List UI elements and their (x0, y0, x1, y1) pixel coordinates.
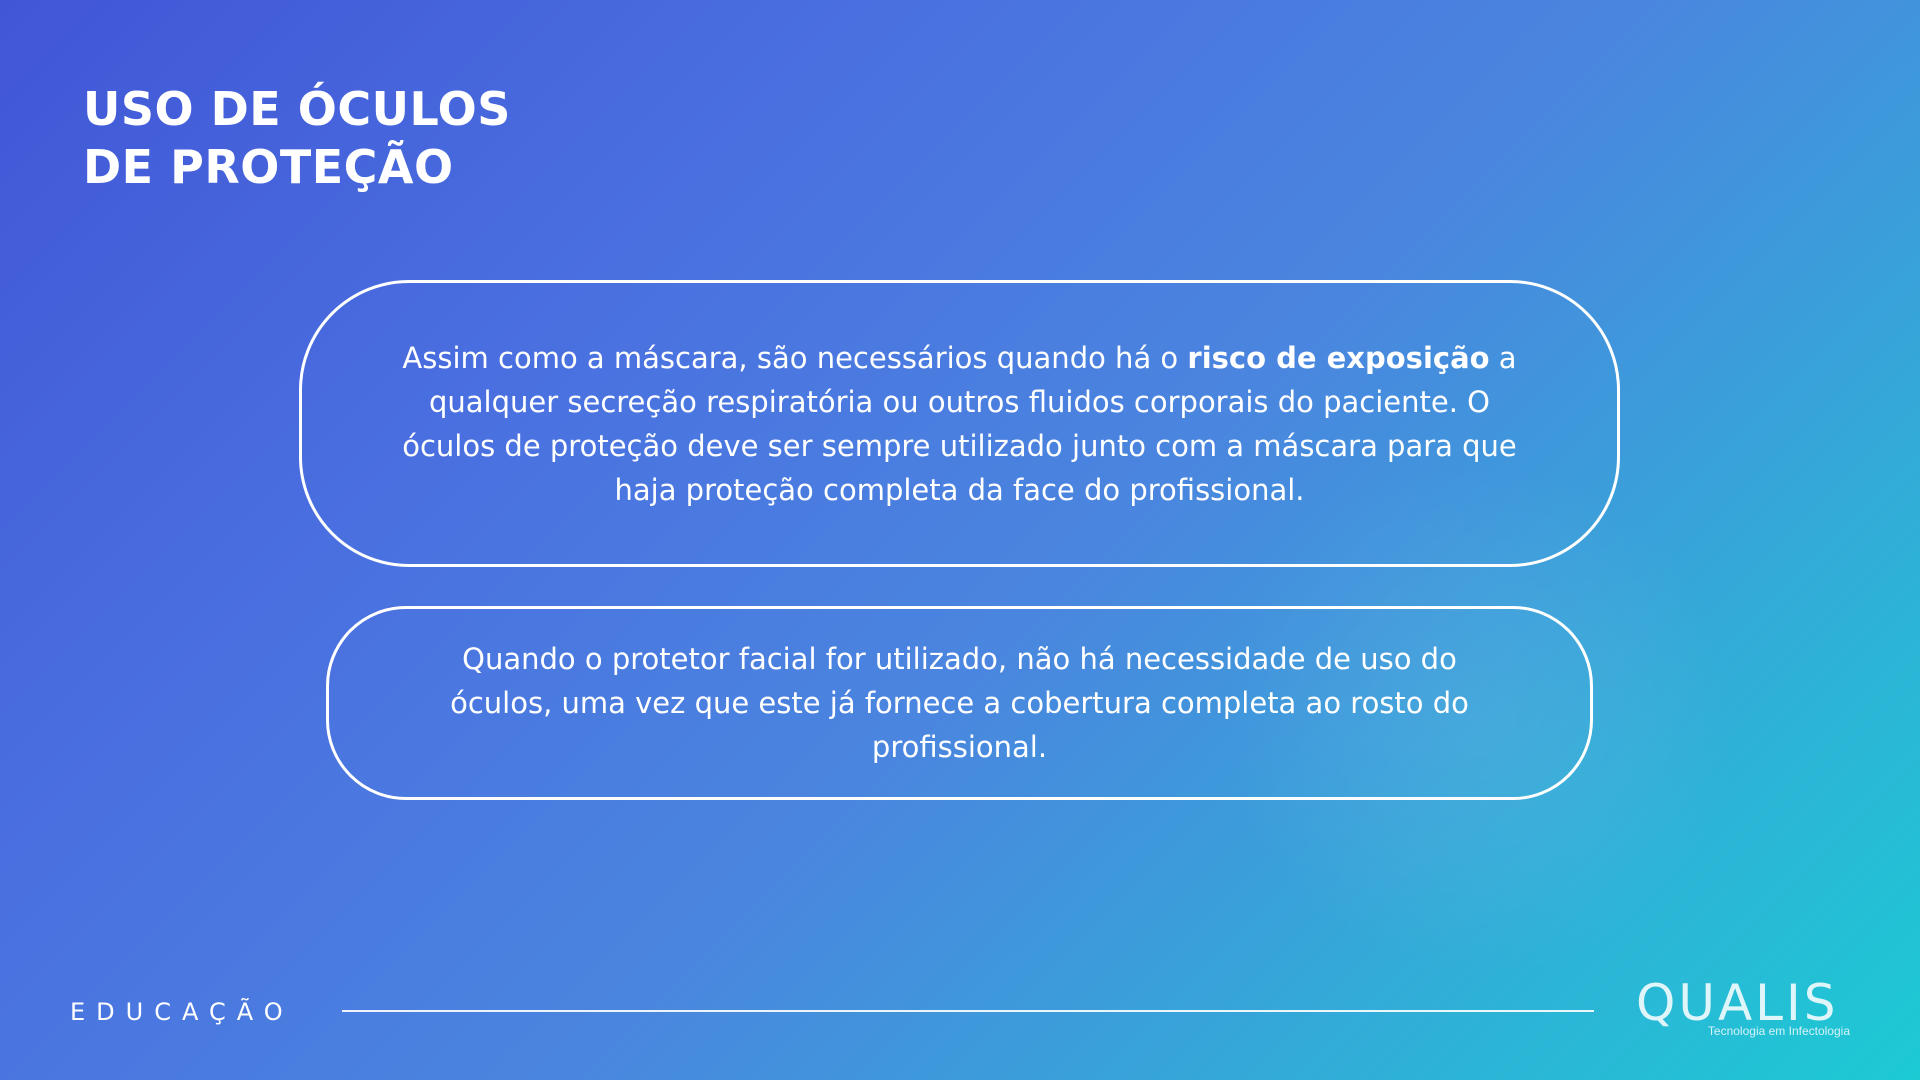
info-card-goggles-usage: Assim como a máscara, são necessários qu… (299, 280, 1620, 567)
footer-section-label: EDUCAÇÃO (70, 998, 294, 1026)
logo-tagline: Tecnologia em Infectologia (1707, 1024, 1850, 1038)
info-card-face-shield-text: Quando o protetor facial for utilizado, … (450, 642, 1469, 764)
info-card-face-shield: Quando o protetor facial for utilizado, … (326, 606, 1593, 800)
info-card-text-emphasis: risco de exposição (1187, 340, 1490, 375)
slide-title: USO DE ÓCULOS DE PROTEÇÃO (83, 80, 511, 196)
info-card-goggles-usage-text: Assim como a máscara, são necessários qu… (382, 336, 1537, 512)
footer-divider (342, 1010, 1594, 1012)
info-card-text-start: Assim como a máscara, são necessários qu… (402, 340, 1188, 375)
qualis-logo: QUALIS Tecnologia em Infectologia (1636, 978, 1856, 1040)
logo-wordmark: QUALIS (1636, 974, 1839, 1032)
slide-title-line-2: DE PROTEÇÃO (83, 140, 454, 194)
slide-title-line-1: USO DE ÓCULOS (83, 82, 511, 136)
